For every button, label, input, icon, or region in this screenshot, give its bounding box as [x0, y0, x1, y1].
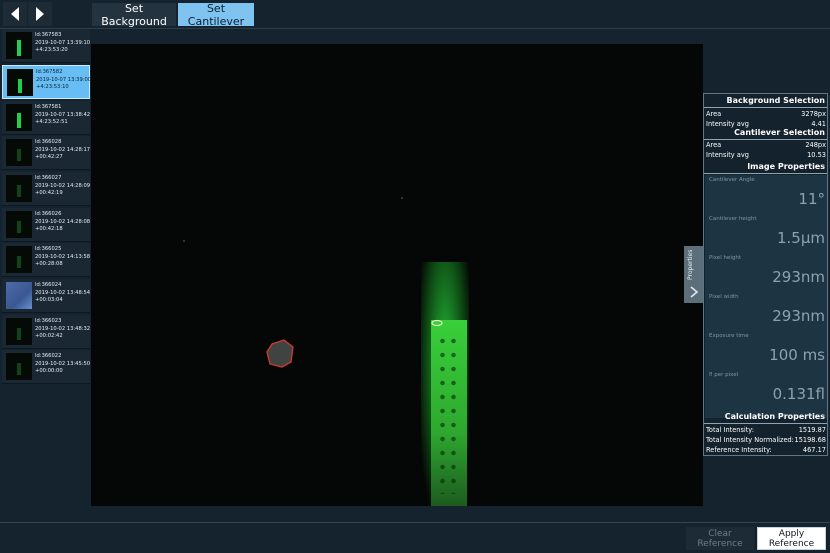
thumbnail-item[interactable]: Id:366023 2019-10-02 13:48:32 +00:02:42: [2, 315, 90, 349]
thumbnail-item-selected[interactable]: Id:367582 2019-10-07 13:39:00 +4:23:53:10: [2, 65, 92, 99]
background-selection[interactable]: [266, 339, 294, 368]
thumbnail-item[interactable]: Id:366028 2019-10-02 14:28:17 +00:42:27: [2, 136, 90, 170]
pixel-width-field[interactable]: Pixel width 293nm: [707, 292, 827, 331]
bottom-bar: Clear Reference Apply Reference: [0, 522, 830, 553]
properties-handle-label: Properties: [687, 249, 694, 281]
thumbnail-item[interactable]: Id:366026 2019-10-02 14:28:08 +00:42:18: [2, 208, 90, 242]
thumbnail-image: [6, 211, 32, 238]
noise-speck: [401, 197, 403, 199]
selection-overlay: [183, 197, 443, 368]
thumbnail-meta: Id:367581 2019-10-07 13:38:42 +4:23:52:51: [35, 104, 91, 125]
properties-panel-toggle[interactable]: Properties: [684, 246, 704, 303]
reference-intensity-row: Reference Intensity: 467.17: [706, 446, 826, 454]
set-background-button[interactable]: Set Background: [92, 2, 176, 28]
set-cantilever-button[interactable]: Set Cantilever: [178, 2, 254, 28]
previous-button[interactable]: [3, 2, 27, 26]
thumbnail-meta: Id:366028 2019-10-02 14:28:17 +00:42:27: [35, 139, 91, 160]
thumbnail-image: [6, 139, 32, 166]
thumbnail-meta: Id:367582 2019-10-07 13:39:00 +4:23:53:10: [36, 69, 92, 90]
thumbnail-item[interactable]: Id:366024 2019-10-02 13:48:54 +00:03:04: [2, 279, 90, 313]
total-intensity-row: Total Intensity: 1519.87: [706, 426, 826, 434]
noise-speck: [183, 240, 185, 242]
thumbnail-image: [6, 353, 32, 380]
thumbnail-meta: Id:366024 2019-10-02 13:48:54 +00:03:04: [35, 282, 91, 303]
cantilever-height-field[interactable]: Cantilever height 1.5μm: [707, 214, 827, 253]
top-toolbar: Set Background Set Cantilever: [0, 0, 830, 29]
cl-intensity-row: Intensity avg 10.53: [706, 151, 826, 159]
exposure-time-field[interactable]: Exposure time 100 ms: [707, 331, 827, 370]
background-selection-title: Background Selection: [704, 96, 827, 108]
cantilever-selection-title: Cantilever Selection: [704, 128, 827, 140]
pixel-height-field[interactable]: Pixel height 293nm: [707, 253, 827, 292]
thumbnail-item[interactable]: Id:366022 2019-10-02 13:45:50 +00:00:00: [2, 350, 90, 384]
thumbnail-item[interactable]: Id:367583 2019-10-07 13:39:10 +4:23:53:20: [2, 29, 90, 63]
thumbnail-image: [6, 104, 32, 131]
thumbnail-item[interactable]: Id:367581 2019-10-07 13:38:42 +4:23:52:51: [2, 101, 90, 135]
thumbnail-image: [6, 32, 32, 59]
thumbnail-image: [6, 318, 32, 345]
thumbnail-item[interactable]: Id:366027 2019-10-02 14:28:09 +00:42:19: [2, 172, 90, 206]
properties-panel: Background Selection Area 3278px Intensi…: [703, 93, 828, 456]
apply-reference-button[interactable]: Apply Reference: [757, 527, 826, 550]
image-properties-section: Cantilever Angle 11° Cantilever height 1…: [705, 175, 827, 418]
triangle-left-icon: [11, 7, 19, 21]
thumbnail-image: [6, 282, 32, 309]
cantilever-angle-field[interactable]: Cantilever Angle 11°: [707, 175, 827, 214]
fl-per-pixel-field[interactable]: fl per pixel 0.131fl: [707, 370, 827, 409]
thumbnail-meta: Id:366022 2019-10-02 13:45:50 +00:00:00: [35, 353, 91, 374]
thumbnail-image: [6, 175, 32, 202]
thumbnail-meta: Id:366026 2019-10-02 14:28:08 +00:42:18: [35, 211, 91, 232]
image-thumbnail-list: Id:367583 2019-10-07 13:39:10 +4:23:53:20 …: [0, 29, 92, 385]
thumbnail-image: [6, 246, 32, 273]
thumbnail-image: [7, 69, 33, 96]
thumbnail-item[interactable]: Id:366025 2019-10-02 14:13:58 +00:28:08: [2, 243, 90, 277]
thumbnail-meta: Id:366023 2019-10-02 13:48:32 +00:02:42: [35, 318, 91, 339]
thumbnail-meta: Id:366027 2019-10-02 14:28:09 +00:42:19: [35, 175, 91, 196]
image-properties-title: Image Properties: [704, 162, 827, 174]
next-button[interactable]: [28, 2, 52, 26]
calculation-properties-title: Calculation Properties: [704, 412, 827, 424]
thumbnail-meta: Id:367583 2019-10-07 13:39:10 +4:23:53:20: [35, 32, 91, 53]
triangle-right-icon: [36, 7, 44, 21]
image-canvas[interactable]: [91, 44, 703, 506]
clear-reference-button[interactable]: Clear Reference: [686, 527, 754, 550]
thumbnail-meta: Id:366025 2019-10-02 14:13:58 +00:28:08: [35, 246, 91, 267]
bg-area-row: Area 3278px: [706, 110, 826, 118]
total-intensity-normalized-row: Total Intensity Normalized: 15198.68: [706, 436, 826, 444]
cl-area-row: Area 248px: [706, 141, 826, 149]
cantilever-selection[interactable]: [431, 319, 443, 327]
chevron-right-icon: [690, 286, 699, 298]
